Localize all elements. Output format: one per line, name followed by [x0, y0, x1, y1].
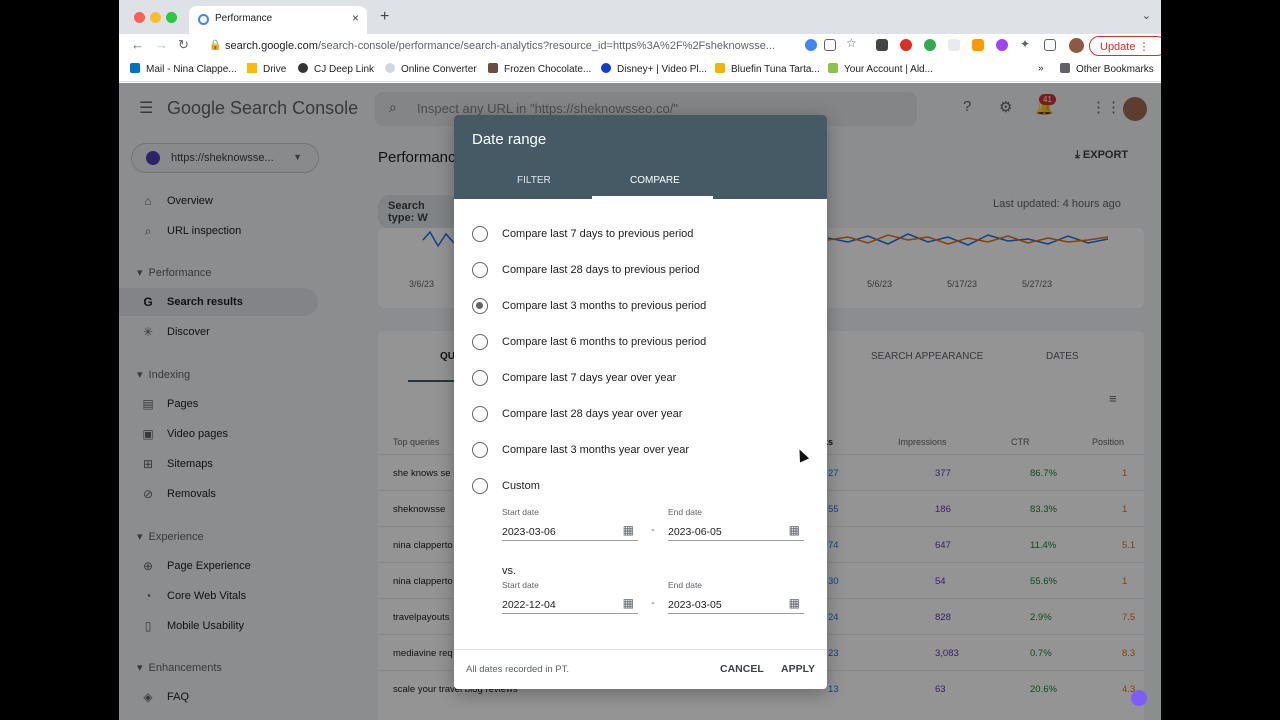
active-tab-indicator — [592, 196, 713, 199]
calendar-icon[interactable]: ▦ — [789, 596, 800, 610]
calendar-icon[interactable]: ▦ — [623, 596, 634, 610]
extension-3-icon[interactable] — [924, 39, 936, 51]
close-window-button[interactable] — [134, 12, 145, 23]
profile-avatar[interactable] — [1069, 38, 1084, 53]
vs-label: vs. — [502, 565, 517, 577]
compare-option-row[interactable]: Compare last 28 days year over year — [472, 402, 812, 426]
compare-option-row[interactable]: Compare last 28 days to previous period — [472, 258, 812, 282]
bookmark-disney[interactable]: Disney+ | Video Pl... — [601, 63, 707, 75]
dialog-title: Date range — [472, 131, 547, 148]
bookmarks-overflow-icon[interactable]: » — [1038, 63, 1044, 74]
share-icon[interactable] — [824, 39, 836, 51]
radio-button[interactable] — [472, 226, 488, 242]
radio-button[interactable] — [472, 370, 488, 386]
compare-option-label: Compare last 6 months to previous period — [502, 336, 707, 348]
field-label: End date — [668, 507, 703, 517]
compare-option-row[interactable]: Compare last 6 months to previous period — [472, 330, 812, 354]
tab-title: Performance — [215, 13, 273, 24]
bookmark-converter[interactable]: Online Converter — [385, 63, 477, 75]
timezone-note: All dates recorded in PT. — [466, 664, 569, 675]
tab-list-chevron-icon[interactable]: ⌄ — [1142, 9, 1151, 22]
search-console-favicon-icon — [198, 14, 209, 25]
other-bookmarks[interactable]: Other Bookmarks — [1060, 63, 1154, 75]
url-path: /search-console/performance/search-analy… — [317, 40, 775, 52]
update-button[interactable]: Update ⋮ — [1089, 36, 1161, 56]
bookmark-bluefin[interactable]: Bluefin Tuna Tarta... — [715, 63, 820, 75]
compare-option-label: Compare last 28 days to previous period — [502, 264, 700, 276]
range-dash: - — [651, 597, 655, 609]
compare-option-label: Custom — [502, 480, 540, 492]
bookmark-cj[interactable]: CJ Deep Link — [298, 63, 374, 75]
assistant-bubble-icon[interactable] — [1131, 690, 1147, 706]
compare-option-row[interactable]: Compare last 3 months year over year — [472, 438, 812, 462]
radio-button[interactable] — [472, 298, 488, 314]
side-panel-icon[interactable] — [1044, 39, 1056, 51]
field-value: 2023-06-05 — [668, 526, 722, 538]
range2-start-date-field[interactable]: Start date 2022-12-04 ▦ — [502, 580, 638, 614]
compare-option-row[interactable]: Custom — [472, 474, 812, 498]
bookmark-star-icon[interactable]: ☆ — [846, 36, 857, 50]
minimize-window-button[interactable] — [150, 12, 161, 23]
field-value: 2023-03-05 — [668, 599, 722, 611]
bookmarks-bar: Mail - Nina Clappe... Drive CJ Deep Link… — [119, 58, 1161, 82]
compare-option-label: Compare last 7 days to previous period — [502, 228, 694, 240]
cancel-button[interactable]: CANCEL — [720, 663, 764, 675]
bookmark-aldi[interactable]: Your Account | Ald... — [828, 63, 933, 75]
compare-option-label: Compare last 3 months to previous period — [502, 300, 707, 312]
tab-compare[interactable]: COMPARE — [630, 175, 680, 186]
back-icon[interactable]: ← — [131, 37, 144, 52]
bookmark-drive[interactable]: Drive — [247, 63, 286, 75]
compare-option-row[interactable]: Compare last 3 months to previous period — [472, 294, 812, 318]
browser-tab[interactable]: Performance × — [189, 6, 367, 34]
radio-button[interactable] — [472, 478, 488, 494]
address-bar[interactable]: 🔒 search.google.com/search-console/perfo… — [201, 37, 877, 56]
radio-button[interactable] — [472, 334, 488, 350]
radio-button[interactable] — [472, 262, 488, 278]
url-host: search.google.com — [225, 40, 318, 52]
tab-close-icon[interactable]: × — [352, 11, 359, 25]
bookmark-frozen[interactable]: Frozen Chocolate... — [488, 63, 591, 75]
google-lens-icon[interactable] — [805, 39, 817, 51]
maximize-window-button[interactable] — [166, 12, 177, 23]
field-value: 2022-12-04 — [502, 599, 556, 611]
extension-4-icon[interactable] — [948, 39, 960, 51]
date-range-dialog: Date range FILTER COMPARE Compare last 7… — [454, 115, 827, 689]
extension-6-icon[interactable] — [996, 39, 1008, 51]
range2-end-date-field[interactable]: End date 2023-03-05 ▦ — [668, 580, 804, 614]
compare-option-row[interactable]: Compare last 7 days to previous period — [472, 222, 812, 246]
forward-icon[interactable]: → — [155, 37, 168, 52]
calendar-icon[interactable]: ▦ — [623, 523, 634, 537]
dialog-header: Date range FILTER COMPARE — [454, 115, 827, 199]
update-label: Update — [1100, 41, 1136, 53]
tab-bar: Performance × + ⌄ — [119, 0, 1161, 34]
field-value: 2023-03-06 — [502, 526, 556, 538]
calendar-icon[interactable]: ▦ — [789, 523, 800, 537]
new-tab-icon[interactable]: + — [380, 8, 389, 26]
dialog-footer: All dates recorded in PT. CANCEL APPLY — [454, 649, 827, 689]
range1-start-date-field[interactable]: Start date 2023-03-06 ▦ — [502, 507, 638, 541]
extensions-puzzle-icon[interactable]: ✦ — [1020, 37, 1030, 51]
apply-button[interactable]: APPLY — [781, 663, 815, 675]
range1-end-date-field[interactable]: End date 2023-06-05 ▦ — [668, 507, 804, 541]
amazon-icon[interactable] — [972, 39, 984, 51]
range-dash: - — [651, 524, 655, 536]
reload-icon[interactable]: ↻ — [178, 37, 189, 53]
field-label: End date — [668, 580, 703, 590]
adblock-icon[interactable] — [900, 39, 912, 51]
extension-1-icon[interactable] — [876, 39, 888, 51]
browser-toolbar: ← → ↻ 🔒 search.google.com/search-console… — [119, 34, 1161, 58]
compare-option-label: Compare last 3 months year over year — [502, 444, 690, 456]
field-label: Start date — [502, 580, 539, 590]
field-label: Start date — [502, 507, 539, 517]
tab-filter[interactable]: FILTER — [517, 175, 551, 186]
radio-button[interactable] — [472, 442, 488, 458]
compare-option-label: Compare last 28 days year over year — [502, 408, 683, 420]
compare-option-row[interactable]: Compare last 7 days year over year — [472, 366, 812, 390]
compare-option-label: Compare last 7 days year over year — [502, 372, 677, 384]
radio-button[interactable] — [472, 406, 488, 422]
lock-icon: 🔒 — [209, 40, 222, 51]
bookmark-mail[interactable]: Mail - Nina Clappe... — [130, 63, 237, 75]
